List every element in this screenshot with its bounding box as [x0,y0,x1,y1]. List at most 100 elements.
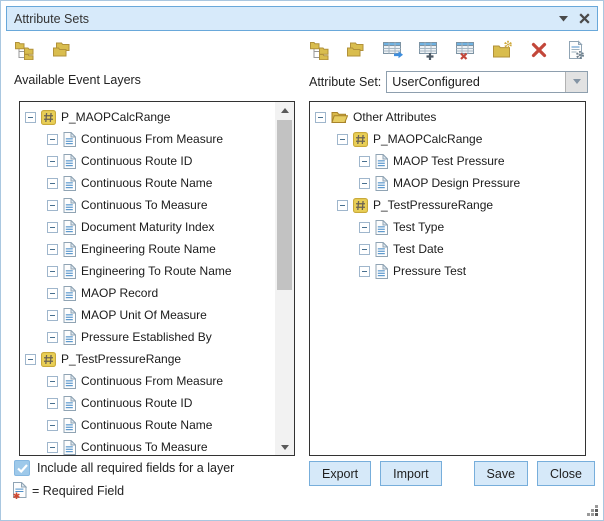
left-toolbar [13,37,75,63]
tree-item[interactable]: Test Date [310,238,585,260]
tree-item[interactable]: Pressure Test [310,260,585,282]
close-icon[interactable] [579,13,590,24]
field-icon [63,198,76,213]
collapse-toggle-icon[interactable] [47,288,58,299]
tree-item[interactable]: MAOP Record [20,282,274,304]
tree-item[interactable]: MAOP Test Pressure [310,150,585,172]
collapse-toggle-icon[interactable] [47,310,58,321]
collapse-toggle-icon[interactable] [47,200,58,211]
scroll-down-icon[interactable] [275,439,294,455]
event-layer-icon [41,352,56,367]
tree-item-label: Continuous To Measure [81,440,208,454]
collapse-toggle-icon[interactable] [47,442,58,453]
scrollbar-thumb[interactable] [277,120,292,290]
attribute-set-combobox[interactable]: UserConfigured [386,71,588,93]
add-to-set-button[interactable] [381,38,405,62]
resize-grip[interactable] [587,504,599,516]
tree-item-label: MAOP Test Pressure [393,154,505,168]
dock-arrow-icon[interactable] [559,16,568,22]
tree-item-label: Continuous From Measure [81,374,223,388]
collapse-toggle-icon[interactable] [47,398,58,409]
collapse-toggle-icon[interactable] [47,420,58,431]
tree-item[interactable]: Continuous Route ID [20,392,274,414]
collapse-toggle-icon[interactable] [25,354,36,365]
collapse-all-button[interactable] [51,38,75,62]
tree-item[interactable]: Continuous From Measure [20,370,274,392]
field-icon [63,330,76,345]
field-icon [63,220,76,235]
collapse-toggle-icon[interactable] [315,112,326,123]
titlebar[interactable]: Attribute Sets [6,6,598,31]
tree-item-label: Document Maturity Index [81,220,214,234]
collapse-toggle-icon[interactable] [47,266,58,277]
left-panel-scrollbar[interactable] [275,102,294,455]
field-icon [63,418,76,433]
properties-button[interactable] [564,38,588,62]
combobox-dropdown-icon[interactable] [565,72,587,92]
collapse-all-button[interactable] [345,38,369,62]
tree-item[interactable]: Test Type [310,216,585,238]
attribute-sets-window: Attribute Sets Available Event Layers At… [0,0,604,521]
event-layer-icon [41,110,56,125]
tree-item-label: Test Date [393,242,444,256]
include-required-fields-checkbox[interactable] [14,460,30,476]
tree-item[interactable]: Continuous Route Name [20,172,274,194]
import-button[interactable]: Import [380,461,441,486]
field-icon [63,286,76,301]
tree-item-label: Continuous Route ID [81,396,192,410]
collapse-toggle-icon[interactable] [359,222,370,233]
tree-item[interactable]: Engineering Route Name [20,238,274,260]
tree-item[interactable]: MAOP Unit Of Measure [20,304,274,326]
tree-item[interactable]: Engineering To Route Name [20,260,274,282]
tree-item[interactable]: P_TestPressureRange [310,194,585,216]
collapse-toggle-icon[interactable] [47,376,58,387]
collapse-toggle-icon[interactable] [47,244,58,255]
collapse-toggle-icon[interactable] [47,332,58,343]
tree-item[interactable]: Other Attributes [310,106,585,128]
field-icon [63,264,76,279]
tree-layers-icon [14,40,36,60]
collapse-toggle-icon[interactable] [25,112,36,123]
tree-item-label: Test Type [393,220,444,234]
field-icon [63,374,76,389]
tree-item[interactable]: Continuous Route ID [20,150,274,172]
tree-item[interactable]: P_MAOPCalcRange [310,128,585,150]
save-button[interactable]: Save [474,461,529,486]
tree-item[interactable]: Continuous Route Name [20,414,274,436]
collapse-toggle-icon[interactable] [47,222,58,233]
available-layers-panel: P_MAOPCalcRangeContinuous From MeasureCo… [19,101,295,456]
tree-item-label: Pressure Established By [81,330,212,344]
collapse-toggle-icon[interactable] [359,156,370,167]
remove-button[interactable] [527,38,551,62]
tree-item[interactable]: MAOP Design Pressure [310,172,585,194]
include-required-fields-row[interactable]: Include all required fields for a layer [14,460,234,476]
collapse-toggle-icon[interactable] [359,244,370,255]
folder-new-icon [492,40,514,60]
collapse-toggle-icon[interactable] [359,266,370,277]
tree-item[interactable]: Continuous To Measure [20,194,274,216]
collapse-toggle-icon[interactable] [47,178,58,189]
collapse-toggle-icon[interactable] [359,178,370,189]
delete-attribute-set-button[interactable] [454,38,478,62]
event-layer-icon [353,132,368,147]
collapse-toggle-icon[interactable] [47,134,58,145]
export-button[interactable]: Export [309,461,371,486]
tree-item[interactable]: Document Maturity Index [20,216,274,238]
collapse-toggle-icon[interactable] [337,200,348,211]
expand-all-button[interactable] [308,38,332,62]
field-icon [63,132,76,147]
tree-item[interactable]: P_MAOPCalcRange [20,106,274,128]
tree-item[interactable]: Pressure Established By [20,326,274,348]
tree-item[interactable]: Continuous To Measure [20,436,274,456]
collapse-toggle-icon[interactable] [337,134,348,145]
field-icon [375,154,388,169]
tree-item[interactable]: P_TestPressureRange [20,348,274,370]
expand-all-button[interactable] [13,38,37,62]
new-attribute-set-button[interactable] [418,38,442,62]
scroll-up-icon[interactable] [275,102,294,118]
collapse-toggle-icon[interactable] [47,156,58,167]
tree-item[interactable]: Continuous From Measure [20,128,274,150]
close-button[interactable]: Close [537,461,595,486]
new-folder-button[interactable] [491,38,515,62]
tree-item-label: P_TestPressureRange [373,198,493,212]
